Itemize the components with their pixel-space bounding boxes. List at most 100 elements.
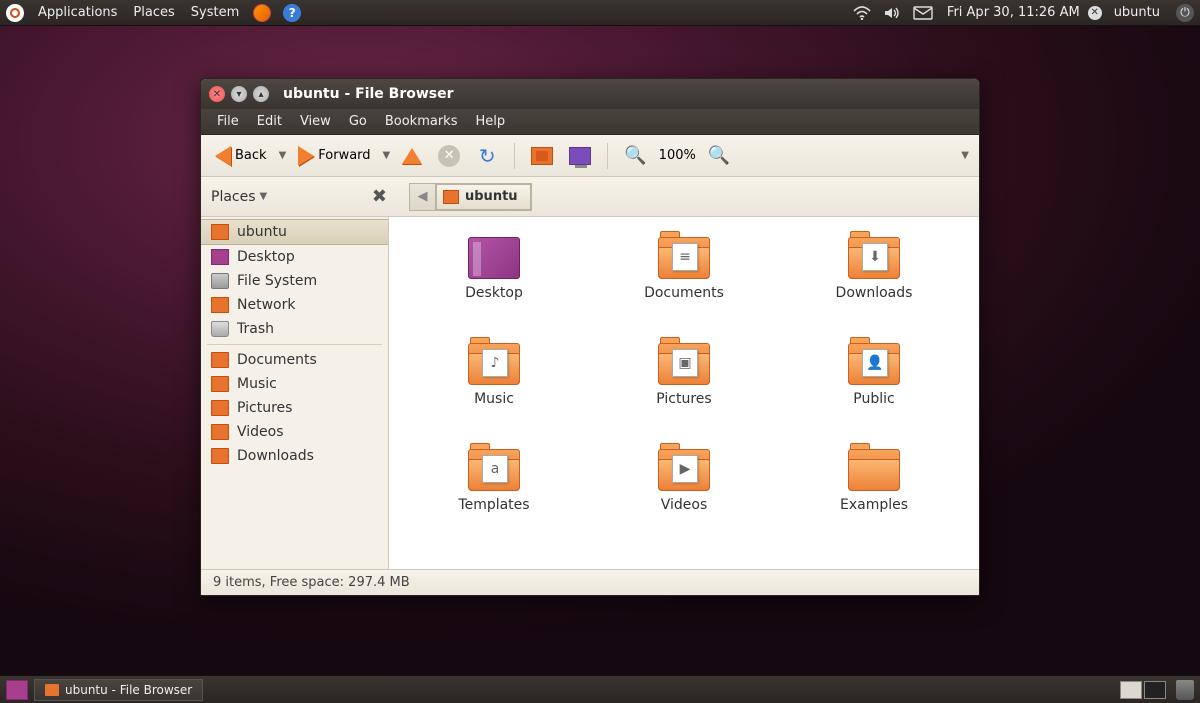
sidebar-bookmark-documents[interactable]: Documents (201, 348, 388, 372)
folder-icon: a (468, 449, 520, 491)
show-desktop-button[interactable] (6, 680, 28, 700)
up-button[interactable] (398, 146, 426, 166)
sidebar-item-label: Network (237, 297, 295, 313)
sidebar-bookmark-downloads[interactable]: Downloads (201, 444, 388, 468)
taskbar-item-file-browser[interactable]: ubuntu - File Browser (34, 679, 203, 701)
folder-pictures[interactable]: ▣ Pictures (591, 343, 777, 443)
folder-downloads[interactable]: ⬇ Downloads (781, 237, 967, 337)
file-label: Templates (458, 497, 529, 513)
menu-file[interactable]: File (209, 112, 247, 131)
statusbar: 9 items, Free space: 297.4 MB (201, 569, 979, 595)
volume-indicator-icon[interactable] (883, 6, 901, 20)
sidebar-item-label: Documents (237, 352, 317, 368)
network-indicator-icon[interactable] (853, 6, 871, 20)
file-label: Public (853, 391, 894, 407)
pathbar: ◀ ubuntu (409, 183, 532, 211)
window-maximize-button[interactable]: ▴ (253, 86, 269, 102)
places-label: Places (211, 189, 256, 205)
desktop-icon (211, 249, 229, 265)
folder-templates[interactable]: a Templates (401, 449, 587, 549)
titlebar[interactable]: ✕ ▾ ▴ ubuntu - File Browser (201, 79, 979, 109)
menu-applications[interactable]: Applications (30, 5, 125, 20)
path-segment-label: ubuntu (465, 189, 518, 204)
menu-bookmarks[interactable]: Bookmarks (377, 112, 466, 131)
window-minimize-button[interactable]: ▾ (231, 86, 247, 102)
sidebar-item-trash[interactable]: Trash (201, 317, 388, 341)
sidebar-item-file-system[interactable]: File System (201, 269, 388, 293)
network-icon (211, 297, 229, 313)
ubuntu-logo-icon[interactable] (6, 4, 24, 22)
sidebar-item-network[interactable]: Network (201, 293, 388, 317)
view-mode-dropdown[interactable]: ▼ (961, 150, 969, 161)
reload-button[interactable]: ↻ (472, 143, 502, 169)
home-icon (443, 190, 459, 204)
file-label: Pictures (656, 391, 711, 407)
power-icon[interactable]: ⏻ (1176, 4, 1194, 22)
menu-go[interactable]: Go (341, 112, 375, 131)
sidebar-bookmark-music[interactable]: Music (201, 372, 388, 396)
file-browser-window: ✕ ▾ ▴ ubuntu - File Browser File Edit Vi… (200, 78, 980, 596)
back-button[interactable]: Back (211, 144, 271, 168)
sidebar-item-desktop[interactable]: Desktop (201, 245, 388, 269)
folder-music[interactable]: ♪ Music (401, 343, 587, 443)
stop-button[interactable]: ✕ (434, 143, 464, 169)
forward-history-dropdown[interactable]: ▼ (383, 150, 391, 161)
window-close-button[interactable]: ✕ (209, 86, 225, 102)
zoom-in-button[interactable]: 🔍 (704, 143, 734, 168)
workspace-2[interactable] (1144, 681, 1166, 699)
path-segment-home[interactable]: ubuntu (436, 184, 531, 210)
folder-videos[interactable]: ▶ Videos (591, 449, 777, 549)
sidebar-separator (207, 344, 382, 345)
folder-documents[interactable]: ≡ Documents (591, 237, 777, 337)
menu-view[interactable]: View (292, 112, 339, 131)
file-label: Documents (644, 285, 724, 301)
computer-button[interactable] (565, 145, 595, 167)
path-back-button[interactable]: ◀ (410, 184, 436, 210)
workspace-switcher (1120, 681, 1166, 699)
mail-indicator-icon[interactable] (913, 6, 933, 20)
sidebar-bookmark-videos[interactable]: Videos (201, 420, 388, 444)
folder-icon: 👤 (848, 343, 900, 385)
file-label: Music (474, 391, 514, 407)
sidebar-item-ubuntu[interactable]: ubuntu (201, 219, 388, 245)
menu-system[interactable]: System (183, 5, 247, 20)
forward-button[interactable]: Forward (294, 144, 374, 168)
arrow-right-icon (298, 146, 314, 166)
toolbar: Back ▼ Forward ▼ ✕ ↻ 🔍 100% 🔍 ▼ (201, 135, 979, 177)
menu-edit[interactable]: Edit (249, 112, 290, 131)
sidebar-close-button[interactable]: ✖ (372, 186, 387, 207)
folder-examples[interactable]: Examples (781, 449, 967, 549)
file-label: Videos (661, 497, 708, 513)
menu-help[interactable]: Help (467, 112, 513, 131)
home-icon (531, 147, 553, 165)
folder-desktop[interactable]: Desktop (401, 237, 587, 337)
menu-places[interactable]: Places (125, 5, 182, 20)
user-menu[interactable]: ubuntu (1106, 5, 1168, 20)
firefox-launcher-icon[interactable] (253, 4, 271, 22)
home-icon (211, 224, 229, 240)
session-indicator-icon[interactable]: ✕ (1088, 6, 1102, 20)
workspace-1[interactable] (1120, 681, 1142, 699)
zoom-out-icon: 🔍 (624, 145, 646, 166)
disk-icon (211, 273, 229, 289)
back-history-dropdown[interactable]: ▼ (279, 150, 287, 161)
file-area[interactable]: Desktop ≡ Documents ⬇ Downloads ♪ Music … (389, 217, 979, 569)
folder-icon (211, 400, 229, 416)
menubar: File Edit View Go Bookmarks Help (201, 109, 979, 135)
sidebar-item-label: Videos (237, 424, 284, 440)
places-selector[interactable]: Places ▼ (211, 189, 267, 205)
folder-icon (211, 448, 229, 464)
computer-icon (569, 147, 591, 165)
folder-icon: ⬇ (848, 237, 900, 279)
folder-icon: ▶ (658, 449, 710, 491)
home-button[interactable] (527, 145, 557, 167)
help-launcher-icon[interactable]: ? (283, 4, 301, 22)
sidebar-bookmark-pictures[interactable]: Pictures (201, 396, 388, 420)
folder-icon: ≡ (658, 237, 710, 279)
zoom-out-button[interactable]: 🔍 (620, 143, 650, 168)
trash-applet-icon[interactable] (1176, 680, 1194, 700)
toolbar-separator (514, 143, 515, 169)
forward-label: Forward (318, 148, 370, 163)
clock[interactable]: Fri Apr 30, 11:26 AM (939, 5, 1088, 20)
folder-public[interactable]: 👤 Public (781, 343, 967, 443)
